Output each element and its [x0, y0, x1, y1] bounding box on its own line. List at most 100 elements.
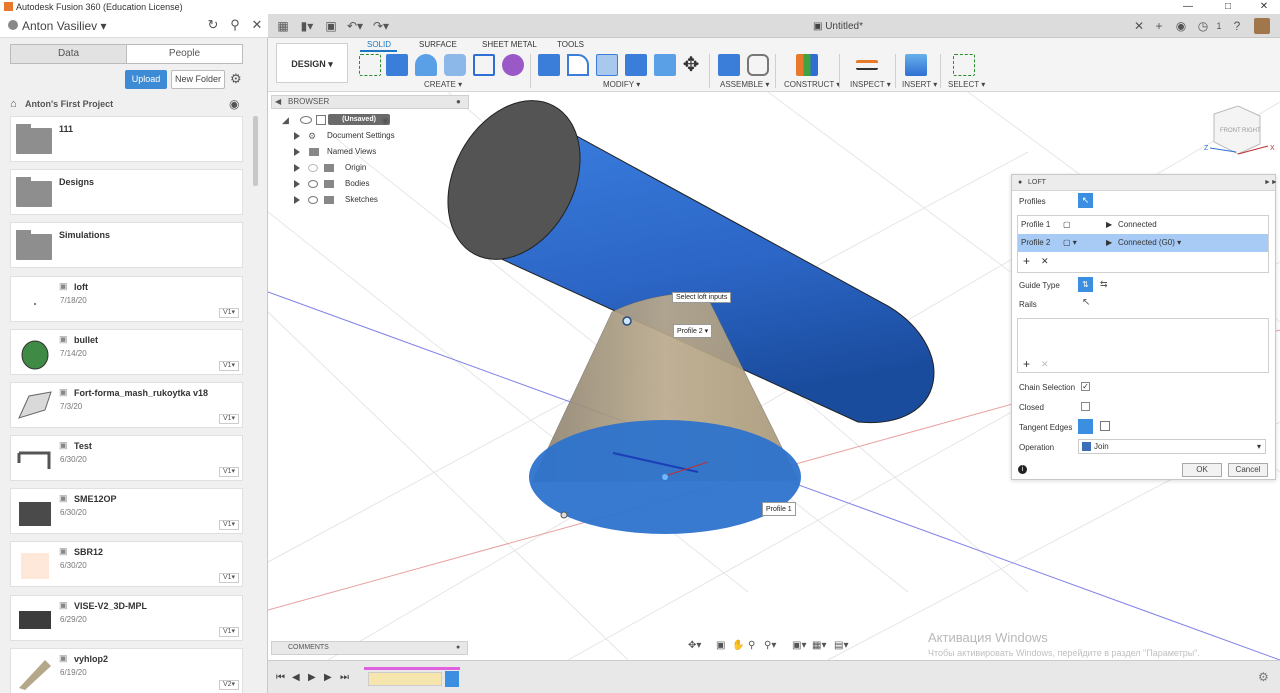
- visibility-eye-icon[interactable]: [308, 164, 318, 172]
- tab-surface[interactable]: SURFACE: [419, 40, 457, 49]
- extrude-icon[interactable]: [386, 54, 408, 76]
- profile-point[interactable]: [560, 511, 568, 519]
- profile-condition[interactable]: Connected: [1118, 216, 1157, 234]
- profile-condition[interactable]: Connected (G0) ▾: [1118, 234, 1181, 252]
- undo-icon[interactable]: ↶▾: [346, 18, 364, 34]
- inspect-menu[interactable]: INSPECT ▾: [850, 80, 891, 89]
- profile-type-icon[interactable]: ▢ ▾: [1063, 234, 1077, 252]
- combine-icon[interactable]: [625, 54, 647, 76]
- profile-1-label[interactable]: Profile 1: [762, 502, 796, 516]
- insert-image-icon[interactable]: [905, 54, 927, 76]
- version-badge[interactable]: V2▾: [219, 680, 239, 690]
- project-settings-icon[interactable]: ◉: [229, 97, 239, 111]
- pan-icon[interactable]: ✋: [732, 640, 744, 651]
- folder-item[interactable]: Simulations: [10, 222, 243, 268]
- tab-sheet-metal[interactable]: SHEET METAL: [482, 40, 537, 49]
- help-icon[interactable]: ?: [1230, 18, 1244, 34]
- expand-icon[interactable]: [294, 132, 300, 140]
- visibility-eye-icon[interactable]: [308, 196, 318, 204]
- profile-type-icon[interactable]: ▢: [1063, 216, 1071, 234]
- remove-profile-icon[interactable]: ✕: [1041, 256, 1049, 267]
- insert-menu[interactable]: INSERT ▾: [902, 80, 937, 89]
- scrollbar[interactable]: [253, 116, 258, 186]
- search-icon[interactable]: ⚲: [228, 18, 242, 32]
- step-forward-icon[interactable]: ▶: [324, 672, 332, 683]
- tab-people[interactable]: People: [126, 44, 243, 64]
- table-row[interactable]: Profile 1 ▢ ▶ Connected: [1018, 216, 1268, 234]
- orbit-icon[interactable]: ✥▾: [688, 640, 701, 651]
- select-menu[interactable]: SELECT ▾: [948, 80, 985, 89]
- job-status-icon[interactable]: ◷: [1196, 18, 1210, 34]
- assemble-menu[interactable]: ASSEMBLE ▾: [720, 80, 769, 89]
- extensions-icon[interactable]: ◉: [1174, 18, 1188, 34]
- timeline-marker[interactable]: [364, 667, 460, 670]
- version-badge[interactable]: V1▾: [219, 308, 239, 318]
- expand-dialog-icon[interactable]: ►►: [1264, 175, 1278, 191]
- step-back-icon[interactable]: ◀: [292, 672, 300, 683]
- close-window-button[interactable]: ✕: [1244, 0, 1280, 14]
- gear-icon[interactable]: ⚙: [230, 71, 242, 87]
- collapse-icon[interactable]: ◀: [275, 96, 281, 108]
- pattern-icon[interactable]: [473, 54, 495, 76]
- new-folder-button[interactable]: New Folder: [171, 70, 225, 89]
- version-badge[interactable]: V1▾: [219, 467, 239, 477]
- version-badge[interactable]: V1▾: [219, 627, 239, 637]
- rails-select-icon[interactable]: ↖: [1082, 297, 1090, 308]
- expand-icon[interactable]: [294, 196, 300, 204]
- guide-rails-icon[interactable]: ⇅: [1078, 277, 1093, 292]
- file-menu-icon[interactable]: ▮▾: [298, 18, 316, 34]
- centerline-icon[interactable]: ⇆: [1100, 279, 1108, 290]
- notification-count[interactable]: 1: [1212, 18, 1226, 34]
- version-badge[interactable]: V1▾: [219, 520, 239, 530]
- measure-icon[interactable]: [856, 60, 878, 70]
- expand-icon[interactable]: [294, 164, 300, 172]
- comments-options-icon[interactable]: ●: [456, 642, 460, 654]
- design-item[interactable]: ▣ vyhlop2 6/19/20 V2▾: [10, 648, 243, 693]
- offset-plane-icon[interactable]: [796, 54, 818, 76]
- version-badge[interactable]: V1▾: [219, 573, 239, 583]
- revolve-icon[interactable]: [415, 54, 437, 76]
- tab-solid[interactable]: SOLID: [367, 40, 391, 49]
- ok-button[interactable]: OK: [1182, 463, 1222, 477]
- workspace-switcher[interactable]: DESIGN ▾: [276, 43, 348, 83]
- design-item[interactable]: ▣ bullet 7/14/20 V1▾: [10, 329, 243, 375]
- press-pull-icon[interactable]: [538, 54, 560, 76]
- merge-tangent-edges-icon[interactable]: [1078, 419, 1093, 434]
- construct-menu[interactable]: CONSTRUCT ▾: [784, 80, 840, 89]
- center-point[interactable]: [662, 474, 668, 480]
- timeline-features[interactable]: [368, 672, 442, 686]
- design-item[interactable]: ▣ Fort-forma_mash_rukoytka v18 7/3/20 V1…: [10, 382, 243, 428]
- operation-dropdown[interactable]: Join ▾: [1078, 439, 1266, 454]
- visibility-eye-icon[interactable]: [308, 180, 318, 188]
- tab-tools[interactable]: TOOLS: [557, 40, 584, 49]
- display-settings-icon[interactable]: ▣▾: [792, 640, 806, 651]
- user-avatar[interactable]: [1254, 18, 1270, 34]
- keep-edges-icon[interactable]: [1100, 421, 1110, 431]
- view-cube[interactable]: FRONT RIGHT Z X: [1204, 105, 1275, 155]
- version-badge[interactable]: V1▾: [219, 361, 239, 371]
- design-item[interactable]: ▣ VISE-V2_3D-MPL 6/29/20 V1▾: [10, 595, 243, 641]
- close-panel-icon[interactable]: ✕: [250, 18, 264, 32]
- add-profile-icon[interactable]: +: [1023, 254, 1030, 268]
- remove-rail-icon[interactable]: ✕: [1041, 359, 1049, 370]
- go-to-end-icon[interactable]: ⏭: [340, 672, 349, 683]
- new-tab-icon[interactable]: +: [1152, 18, 1166, 34]
- fit-icon[interactable]: ⚲▾: [764, 640, 776, 651]
- home-icon[interactable]: ⌂: [10, 98, 17, 110]
- folder-item[interactable]: Designs: [10, 169, 243, 215]
- tab-data[interactable]: Data: [10, 44, 127, 64]
- table-row-selected[interactable]: Profile 2 ▢ ▾ ▶ Connected (G0) ▾: [1018, 234, 1268, 252]
- user-menu[interactable]: Anton Vasiliev ▾: [22, 19, 107, 33]
- save-icon[interactable]: ▣: [324, 18, 338, 34]
- close-tab-icon[interactable]: ✕: [1132, 18, 1146, 34]
- tree-collapse-icon[interactable]: ◢: [282, 115, 289, 126]
- hole-icon[interactable]: [444, 54, 466, 76]
- folder-item[interactable]: 111: [10, 116, 243, 162]
- design-item[interactable]: ▣ loft 7/18/20 V1▾: [10, 276, 243, 322]
- play-icon[interactable]: ▶: [308, 672, 316, 683]
- activate-radio-icon[interactable]: ◉: [382, 116, 389, 125]
- expand-icon[interactable]: [294, 148, 300, 156]
- viewports-icon[interactable]: ▤▾: [834, 640, 848, 651]
- shell-icon[interactable]: [596, 54, 618, 76]
- new-component-icon[interactable]: [718, 54, 740, 76]
